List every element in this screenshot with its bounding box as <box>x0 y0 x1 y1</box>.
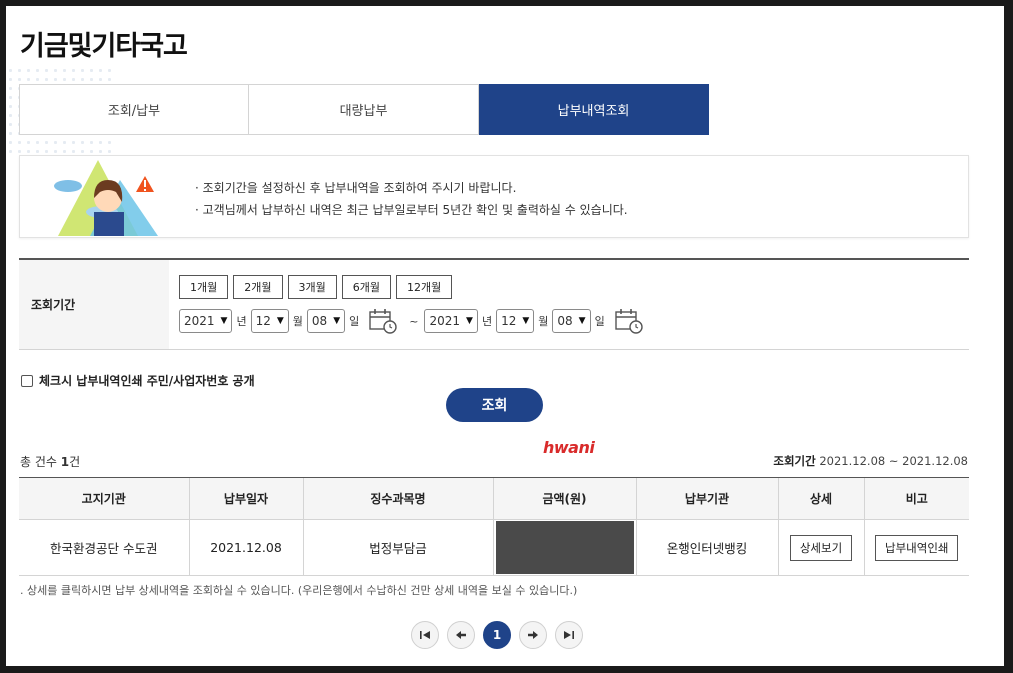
notice-line-1: 조회기간을 설정하신 후 납부내역을 조회하여 주시기 바랍니다. <box>195 177 628 199</box>
col-remark: 비고 <box>863 477 969 520</box>
one-month-button[interactable]: 1개월 <box>179 275 229 299</box>
search-period-label: 조회기간 <box>19 260 169 349</box>
date-cell: 2021.12.08 <box>188 519 303 576</box>
amount-cell <box>492 519 636 576</box>
col-amount: 금액(원) <box>492 477 636 520</box>
last-page-icon[interactable] <box>555 621 583 649</box>
search-panel: 조회기간 1개월 2개월 3개월 6개월 12개월 2021 ▼ 년 12 ▼ 월 … <box>19 258 969 350</box>
id-disclosure-consent: 체크시 납부내역인쇄 주민/사업자번호 공개 <box>21 372 255 389</box>
remark-cell: 납부내역인쇄 <box>863 519 969 576</box>
to-month-select[interactable]: 12 ▼ <box>496 309 535 333</box>
id-disclosure-checkbox[interactable] <box>21 374 33 387</box>
notice-line-2: 고객님께서 납부하신 내역은 최근 납부일로부터 5년간 확인 및 출력하실 수… <box>195 199 628 221</box>
col-agency: 고지기관 <box>19 477 189 520</box>
two-month-button[interactable]: 2개월 <box>233 275 283 299</box>
page-number-current[interactable]: 1 <box>483 621 511 649</box>
subject-cell: 법정부담금 <box>302 519 493 576</box>
notice-illustration <box>54 160 158 236</box>
from-year-value: 2021 <box>184 314 215 328</box>
col-payer: 납부기관 <box>635 477 778 520</box>
pagination: 1 <box>411 621 583 649</box>
twelve-month-button[interactable]: 12개월 <box>396 275 453 299</box>
to-year-value: 2021 <box>429 314 461 328</box>
period-value: 2021.12.08 ~ 2021.12.08 <box>819 454 968 468</box>
total-prefix: 총 건수 <box>20 455 57 469</box>
notice-box: 조회기간을 설정하신 후 납부내역을 조회하여 주시기 바랍니다. 고객님께서 … <box>19 155 969 238</box>
notice-text: 조회기간을 설정하신 후 납부내역을 조회하여 주시기 바랍니다. 고객님께서 … <box>195 177 628 221</box>
to-day-select[interactable]: 08 ▼ <box>552 309 591 333</box>
month-shortcuts: 1개월 2개월 3개월 6개월 12개월 <box>179 275 651 299</box>
tab-payment-history[interactable]: 납부내역조회 <box>479 84 709 135</box>
chevron-down-icon: ▼ <box>522 316 530 326</box>
agency-cell: 한국환경공단 수도권 <box>19 519 189 576</box>
period-summary: 조회기간 2021.12.08 ~ 2021.12.08 <box>773 453 968 469</box>
chevron-down-icon: ▼ <box>276 316 284 326</box>
chevron-down-icon: ▼ <box>466 316 473 326</box>
col-subject: 징수과목명 <box>302 477 493 520</box>
date-range: 2021 ▼ 년 12 ▼ 월 08 ▼ 일 ~ 2021 ▼ 년 12 ▼ 월 <box>179 308 651 334</box>
year-unit: 년 <box>236 315 247 328</box>
tab-inquiry-payment[interactable]: 조회/납부 <box>19 84 249 135</box>
detail-cell: 상세보기 <box>777 519 864 576</box>
query-button[interactable]: 조회 <box>446 388 543 422</box>
from-year-select[interactable]: 2021 ▼ <box>179 309 233 333</box>
total-suffix: 건 <box>69 455 81 469</box>
tab-bulk-payment[interactable]: 대량납부 <box>249 84 479 135</box>
search-controls: 1개월 2개월 3개월 6개월 12개월 2021 ▼ 년 12 ▼ 월 08 ▼ 일 <box>169 260 651 349</box>
from-day-value: 08 <box>311 314 328 328</box>
from-month-value: 12 <box>255 314 271 328</box>
month-unit: 월 <box>538 315 549 328</box>
calendar-icon[interactable] <box>615 308 643 334</box>
calendar-icon[interactable] <box>369 308 397 334</box>
print-history-button[interactable]: 납부내역인쇄 <box>875 534 959 561</box>
prev-page-icon[interactable] <box>447 621 475 649</box>
col-date: 납부일자 <box>188 477 303 520</box>
six-month-button[interactable]: 6개월 <box>341 275 391 299</box>
detail-view-button[interactable]: 상세보기 <box>789 534 853 561</box>
from-day-select[interactable]: 08 ▼ <box>306 309 346 333</box>
watermark-text: hwani <box>543 438 595 457</box>
total-count: 총 건수 1건 <box>20 453 80 470</box>
table-header-row: 고지기관 납부일자 징수과목명 금액(원) 납부기관 상세 비고 <box>19 477 969 520</box>
chevron-down-icon: ▼ <box>333 316 341 326</box>
table-row: 한국환경공단 수도권 2021.12.08 법정부담금 온행인터넷뱅킹 상세보기… <box>19 519 969 576</box>
three-month-button[interactable]: 3개월 <box>287 275 337 299</box>
to-month-value: 12 <box>501 314 517 328</box>
from-month-select[interactable]: 12 ▼ <box>250 309 289 333</box>
month-unit: 월 <box>292 315 303 328</box>
year-unit: 년 <box>481 315 493 328</box>
to-day-value: 08 <box>557 314 573 328</box>
tab-bar: 조회/납부 대량납부 납부내역조회 <box>19 84 709 135</box>
total-count-value: 1 <box>60 455 70 469</box>
to-year-select[interactable]: 2021 ▼ <box>424 309 478 333</box>
id-disclosure-label: 체크시 납부내역인쇄 주민/사업자번호 공개 <box>39 374 255 388</box>
range-separator: ~ <box>409 314 419 328</box>
page-frame: 기금및기타국고 조회/납부 대량납부 납부내역조회 조회기간을 설정하신 후 납… <box>6 6 1004 666</box>
payment-history-table: 고지기관 납부일자 징수과목명 금액(원) 납부기관 상세 비고 한국환경공단 … <box>19 477 969 576</box>
page-title: 기금및기타국고 <box>20 31 188 62</box>
amount-redaction <box>495 521 634 574</box>
first-page-icon[interactable] <box>411 621 439 649</box>
chevron-down-icon: ▼ <box>220 316 228 326</box>
col-detail: 상세 <box>777 477 864 520</box>
payer-cell: 온행인터넷뱅킹 <box>635 519 778 576</box>
chevron-down-icon: ▼ <box>578 316 586 326</box>
period-label: 조회기간 <box>773 454 816 468</box>
next-page-icon[interactable] <box>519 621 547 649</box>
table-footnote: . 상세를 클릭하시면 납부 상세내역을 조회하실 수 있습니다. (우리은행에… <box>20 584 578 597</box>
day-unit: 일 <box>594 315 605 328</box>
day-unit: 일 <box>349 315 360 328</box>
